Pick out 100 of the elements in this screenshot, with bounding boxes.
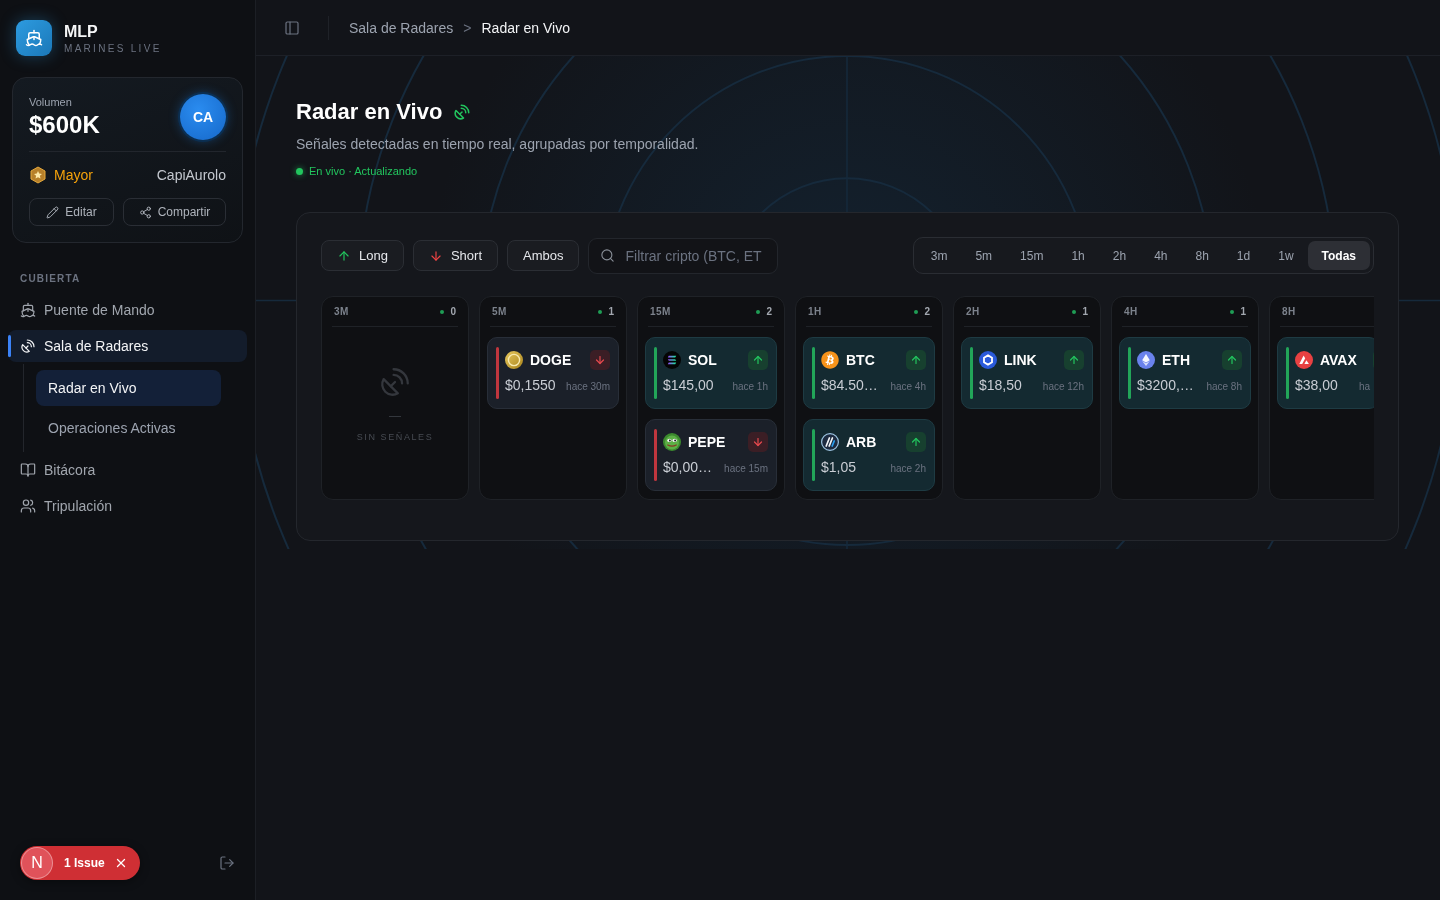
coin-symbol: PEPE bbox=[688, 433, 726, 451]
status-dot-icon bbox=[914, 310, 919, 314]
username: CapiAurolo bbox=[156, 166, 226, 184]
signal-count: 2 bbox=[924, 306, 930, 318]
timeframe-tab[interactable]: Todas bbox=[1307, 241, 1370, 270]
timeframe-tab[interactable]: 8h bbox=[1181, 241, 1223, 270]
signal-age: hace 2h bbox=[890, 463, 926, 475]
nav-item[interactable]: Bitácora bbox=[8, 454, 247, 486]
coin-price: $0,00… bbox=[663, 458, 713, 476]
signal-count: 2 bbox=[766, 306, 772, 318]
coin-symbol: ETH bbox=[1162, 351, 1190, 369]
signal-card[interactable]: PEPE $0,00… hace 15m bbox=[645, 419, 777, 491]
arrow-up-icon bbox=[906, 432, 926, 452]
coin-price: $38,00 bbox=[1295, 376, 1338, 394]
timeframe-tab[interactable]: 2h bbox=[1098, 241, 1141, 270]
status-dot-icon bbox=[756, 310, 761, 314]
coin-price: $3200,… bbox=[1137, 376, 1194, 394]
breadcrumb-link[interactable]: Sala de Radares bbox=[349, 19, 454, 36]
coin-symbol: SOL bbox=[688, 351, 717, 369]
timeframe-tab[interactable]: 4h bbox=[1140, 241, 1182, 270]
triangle-logo-icon bbox=[1295, 351, 1313, 369]
nav-item[interactable]: Tripulación bbox=[8, 490, 247, 522]
coin-price: $0,1550 bbox=[505, 376, 556, 394]
stripes-logo-icon bbox=[663, 351, 681, 369]
nav-subitem[interactable]: Radar en Vivo bbox=[36, 370, 221, 406]
breadcrumb-current: Radar en Vivo bbox=[481, 19, 570, 36]
logout-icon[interactable] bbox=[219, 855, 235, 871]
coin-symbol: LINK bbox=[1004, 351, 1037, 369]
status-dot-icon bbox=[440, 310, 445, 314]
letter-logo: N bbox=[21, 847, 53, 879]
ship-icon bbox=[20, 302, 36, 318]
satellite-dish-icon bbox=[378, 365, 412, 399]
nav-item[interactable]: Sala de Radares bbox=[8, 330, 247, 362]
direction-filter-button[interactable]: Ambos bbox=[507, 240, 580, 271]
timeframe-tab[interactable]: 1d bbox=[1222, 241, 1265, 270]
arrow-up-icon bbox=[1064, 350, 1084, 370]
coin-price: $1,05 bbox=[821, 458, 857, 476]
arrow-up-icon bbox=[748, 350, 768, 370]
avatar: CA bbox=[180, 94, 226, 140]
arrow-up-icon bbox=[337, 248, 351, 263]
page-title: Radar en Vivo bbox=[296, 98, 443, 126]
brand-name: MLP bbox=[64, 21, 99, 41]
timeframe-tab[interactable]: 15m bbox=[1006, 241, 1058, 270]
signal-card[interactable]: BTC $84.50… hace 4h bbox=[803, 337, 935, 409]
signal-card[interactable]: DOGE $0,1550 hace 30m bbox=[487, 337, 619, 409]
signal-card[interactable]: ARB $1,05 hace 2h bbox=[803, 419, 935, 491]
direction-filter-button[interactable]: Long bbox=[321, 240, 404, 271]
timeframe-tab[interactable]: 1h bbox=[1057, 241, 1099, 270]
nav-item[interactable]: Puente de Mando bbox=[8, 294, 247, 326]
timeframe-tab[interactable]: 3m bbox=[916, 241, 962, 270]
coin-symbol: BTC bbox=[846, 351, 875, 369]
coin-symbol: ARB bbox=[846, 433, 877, 451]
column-title: 3M bbox=[334, 306, 349, 318]
search-field[interactable]: Filtrar cripto (BTC, ET bbox=[588, 237, 779, 274]
signal-count: 1 bbox=[1240, 306, 1246, 318]
signal-age: ha bbox=[1358, 381, 1370, 393]
coin-icon bbox=[505, 351, 523, 369]
breadcrumb-separator: > bbox=[463, 19, 472, 36]
satellite-dish-icon bbox=[20, 338, 36, 354]
edit-button[interactable]: Editar bbox=[29, 198, 114, 226]
search-icon bbox=[600, 247, 616, 263]
signal-count: 1 bbox=[608, 306, 614, 318]
volume-label: Volumen bbox=[29, 95, 73, 109]
brand-tagline: MARINES LIVE bbox=[64, 42, 162, 55]
sidebar-toggle-icon[interactable] bbox=[284, 19, 300, 36]
volume-value: $600K bbox=[29, 111, 100, 139]
signal-card[interactable]: AVAX $38,00 ha bbox=[1277, 337, 1374, 409]
nav-subitem[interactable]: Operaciones Activas bbox=[36, 410, 221, 446]
slashes-logo-icon bbox=[821, 433, 839, 451]
signal-age: hace 30m bbox=[566, 381, 610, 393]
signal-card[interactable]: LINK $18,50 hace 12h bbox=[961, 337, 1093, 409]
column-title: 8H bbox=[1282, 306, 1296, 318]
column-title: 15M bbox=[650, 306, 671, 318]
rank-label: Mayor bbox=[54, 166, 93, 184]
section-label: CUBIERTA bbox=[20, 273, 81, 285]
ship-logo-icon bbox=[16, 20, 52, 56]
direction-filter-button[interactable]: Short bbox=[412, 240, 498, 271]
status-dot-icon bbox=[598, 310, 603, 314]
share-button[interactable]: Compartir bbox=[123, 198, 226, 226]
coin-price: $145,00 bbox=[663, 376, 714, 394]
book-icon bbox=[20, 462, 36, 478]
timeframe-tab[interactable]: 1w bbox=[1264, 241, 1308, 270]
signal-card[interactable]: ETH $3200,… hace 8h bbox=[1119, 337, 1251, 409]
signal-card[interactable]: SOL $145,00 hace 1h bbox=[645, 337, 777, 409]
column-title: 5M bbox=[492, 306, 507, 318]
signal-count: 1 bbox=[1082, 306, 1088, 318]
status-dot-icon bbox=[1072, 310, 1077, 314]
hexagon-logo-icon bbox=[979, 351, 997, 369]
satellite-dish-icon bbox=[453, 103, 472, 121]
live-status: En vivo · Actualizando bbox=[309, 164, 418, 178]
empty-mark: — bbox=[389, 409, 401, 423]
pencil-icon bbox=[46, 205, 60, 219]
signal-age: hace 12h bbox=[1042, 381, 1084, 393]
coin-price: $84.50… bbox=[821, 376, 878, 394]
arrow-up-icon bbox=[906, 350, 926, 370]
empty-message: SIN SEÑALES bbox=[356, 432, 434, 443]
issues-button[interactable]: 1 Issue bbox=[64, 856, 105, 870]
arrow-down-icon bbox=[748, 432, 768, 452]
timeframe-tab[interactable]: 5m bbox=[961, 241, 1007, 270]
star-badge-icon bbox=[29, 166, 47, 184]
